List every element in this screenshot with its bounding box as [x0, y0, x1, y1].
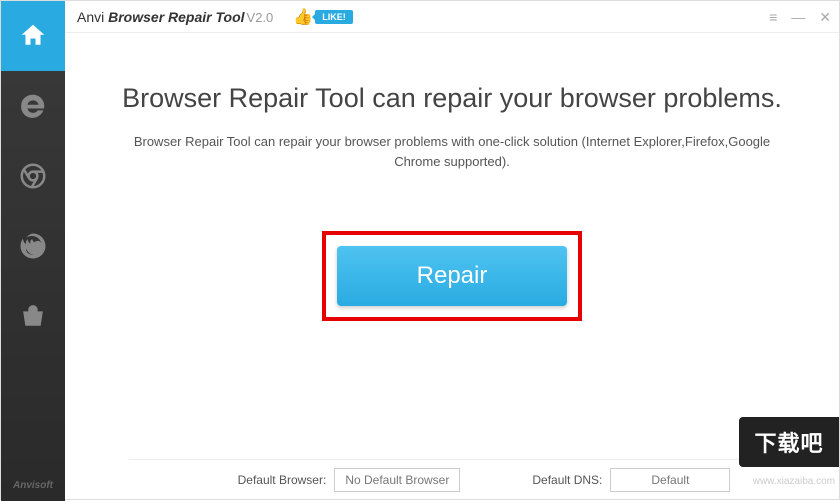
default-browser-value[interactable]: No Default Browser	[334, 468, 460, 492]
subtext: Browser Repair Tool can repair your brow…	[132, 132, 772, 171]
app-title-prefix: Anvi	[77, 9, 108, 25]
window-controls: ≡ — ✕	[769, 1, 831, 33]
watermark: www.xiazaiba.com	[753, 476, 835, 487]
default-browser-group: Default Browser: No Default Browser	[238, 468, 461, 492]
ie-icon	[18, 91, 48, 121]
basket-icon	[18, 301, 48, 331]
minimize-button[interactable]: —	[791, 9, 805, 25]
sidebar-item-store[interactable]	[1, 281, 65, 351]
close-button[interactable]: ✕	[819, 9, 831, 26]
default-dns-label: Default DNS:	[532, 473, 602, 487]
default-browser-label: Default Browser:	[238, 473, 327, 487]
content: Browser Repair Tool can repair your brow…	[65, 33, 839, 321]
sidebar-item-firefox[interactable]	[1, 211, 65, 281]
sidebar-item-chrome[interactable]	[1, 141, 65, 211]
default-dns-group: Default DNS: Default	[532, 468, 730, 492]
home-icon	[18, 21, 48, 51]
app-title-main: Browser Repair Tool	[108, 9, 244, 25]
repair-highlight-box: Repair	[322, 231, 582, 321]
chrome-icon	[18, 161, 48, 191]
default-dns-value[interactable]: Default	[610, 468, 730, 492]
app-title: Anvi Browser Repair ToolV2.0	[77, 9, 273, 25]
sidebar: Anvisoft	[1, 1, 65, 501]
menu-icon[interactable]: ≡	[769, 9, 777, 25]
firefox-icon	[18, 231, 48, 261]
overlay-badge: 下载吧	[739, 417, 839, 467]
main-area: Anvi Browser Repair ToolV2.0 👍 LIKE! ≡ —…	[65, 1, 839, 499]
repair-button[interactable]: Repair	[337, 246, 567, 306]
like-button[interactable]: 👍 LIKE!	[293, 7, 352, 27]
headline: Browser Repair Tool can repair your brow…	[95, 83, 809, 114]
sidebar-brand: Anvisoft	[1, 480, 65, 491]
bottombar: Default Browser: No Default Browser Defa…	[129, 459, 839, 499]
sidebar-item-home[interactable]	[1, 1, 65, 71]
sidebar-item-ie[interactable]	[1, 71, 65, 141]
like-label: LIKE!	[315, 10, 353, 24]
thumbs-up-icon: 👍	[293, 7, 313, 27]
app-version: V2.0	[247, 10, 274, 25]
titlebar: Anvi Browser Repair ToolV2.0 👍 LIKE! ≡ —…	[65, 1, 839, 33]
